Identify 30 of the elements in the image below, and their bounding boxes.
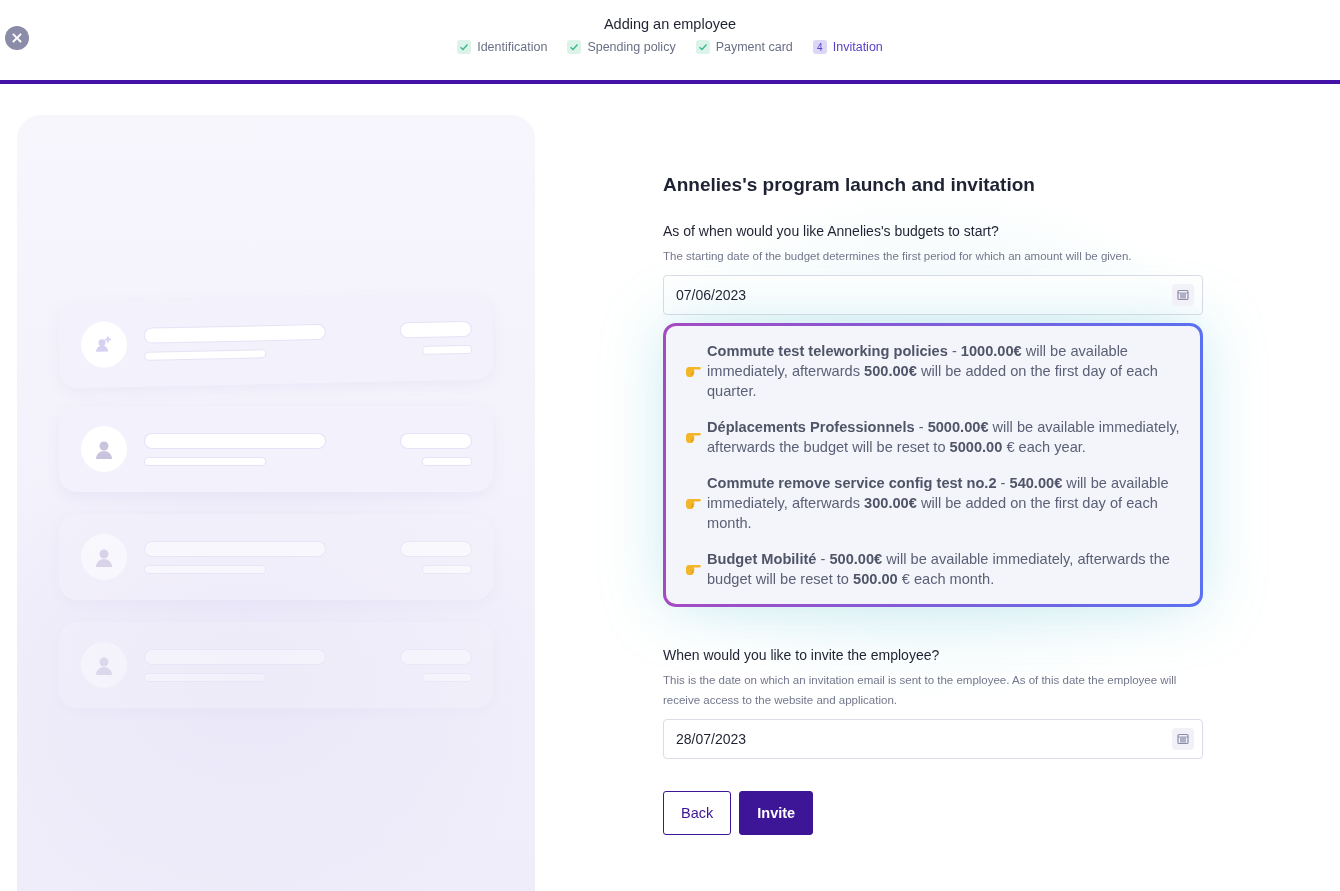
invite-button[interactable]: Invite — [739, 791, 814, 835]
date-input[interactable]: 28/07/2023 — [676, 731, 1166, 747]
avatar-icon — [81, 426, 127, 472]
hint-text: This is the date on which an invitation email is sent to the employee. As of this date the employee will receive access to the website and application. — [663, 673, 1178, 708]
placeholder-line — [401, 433, 471, 448]
wizard-step[interactable]: 4 Invitation — [812, 40, 883, 54]
placeholder-line — [400, 321, 471, 337]
date-field[interactable]: 28/07/2023 — [663, 719, 1203, 759]
wizard-step[interactable]: Identification — [457, 40, 548, 54]
budget-description: Commute test teleworking policies - 1000.00€ will be available immediately, afterwards 500.00€ will be added on the first day of each quarter. — [707, 342, 1159, 401]
budget-description: Déplacements Professionnels - 5000.00€ will be available immediately, afterwards the budget will be reset to 5000.00€ each year. — [707, 418, 1181, 457]
page-title: Annelies's program launch and invitation — [663, 174, 1036, 196]
avatar-icon — [81, 534, 127, 580]
question-label: As of when would you like Annelies's budgets to start? — [663, 223, 1000, 239]
date-input[interactable]: 07/06/2023 — [676, 287, 1166, 303]
wizard-title: Adding an employee — [603, 16, 737, 32]
calendar-icon[interactable] — [1172, 284, 1194, 306]
placeholder-line — [423, 345, 472, 354]
calendar-icon[interactable] — [1172, 728, 1194, 750]
budget-description: Budget Mobilité - 500.00€ will be available immediately, afterwards the budget will be reset to 500.00€ each month. — [707, 550, 1171, 589]
hint-text: The starting date of the budget determines the first period for which an amount will be given. — [663, 249, 1133, 264]
back-button[interactable]: Back — [663, 791, 732, 835]
date-field[interactable]: 07/06/2023 — [663, 275, 1203, 315]
step-number: 4 — [812, 40, 827, 54]
question-label: When would you like to invite the employee? — [663, 647, 941, 663]
budget-description: Commute remove service config test no.2 - 540.00€ will be available immediately, afterwards 300.00€ will be added on the first day of each month. — [707, 474, 1170, 533]
placeholder-line — [423, 457, 471, 465]
wizard-step[interactable]: Spending policy — [567, 40, 676, 54]
avatar-icon — [81, 642, 127, 688]
wizard-step[interactable]: Payment card — [695, 40, 793, 54]
